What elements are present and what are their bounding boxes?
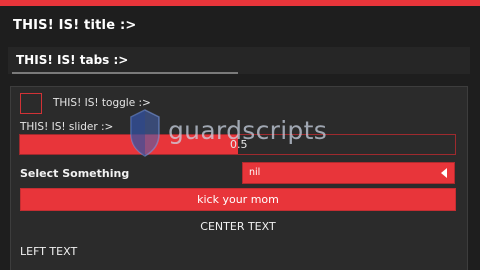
left-text-label: LEFT TEXT [20,245,78,258]
toggle-checkbox[interactable] [20,93,42,114]
ui-window: THIS! IS! title :> THIS! IS! tabs :> THI… [0,0,480,270]
slider-fill [20,135,238,154]
title-accent-bar[interactable] [0,0,480,6]
slider-value: 0.5 [230,138,248,151]
center-text-label: CENTER TEXT [200,220,276,233]
slider-label: THIS! IS! slider :> [20,121,114,133]
tab-content-panel: THIS! IS! toggle :> THIS! IS! slider :> … [10,86,468,270]
tab-bar: THIS! IS! tabs :> [8,47,470,74]
slider[interactable]: 0.5 [19,134,456,155]
toggle-label: THIS! IS! toggle :> [53,97,151,109]
tab-underline [12,72,238,74]
dropdown-value: nil [249,167,261,178]
tab-main[interactable]: THIS! IS! tabs :> [16,53,128,67]
dropdown-select[interactable]: nil [242,162,455,184]
kick-button[interactable]: kick your mom [20,188,456,211]
window-title: THIS! IS! title :> [13,18,137,33]
dropdown-label: Select Something [20,167,130,180]
caret-left-icon [441,168,447,178]
